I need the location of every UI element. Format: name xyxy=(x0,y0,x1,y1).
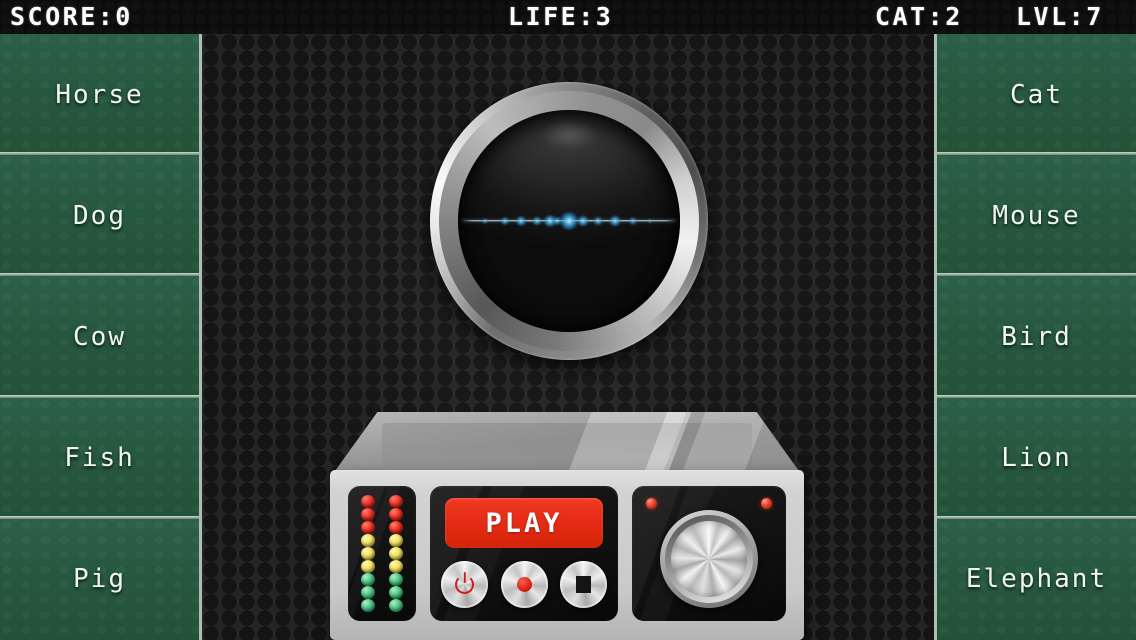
answer-label: Lion xyxy=(1001,443,1072,474)
power-button[interactable] xyxy=(441,560,488,608)
console-top-inset xyxy=(382,422,752,468)
control-console: PLAY xyxy=(330,412,804,640)
led-red xyxy=(389,521,403,534)
led-yellow xyxy=(389,534,403,547)
waveform-peak xyxy=(531,216,542,226)
led-green xyxy=(361,586,375,599)
waveform-peak xyxy=(481,217,489,225)
main-stage: PLAY xyxy=(202,34,934,640)
transport-panel: PLAY xyxy=(430,486,618,621)
score-readout: SCORE:0 xyxy=(10,2,133,31)
record-button[interactable] xyxy=(500,560,548,608)
volume-knob[interactable] xyxy=(660,509,758,608)
console-front-face: PLAY xyxy=(330,470,804,640)
power-icon xyxy=(455,574,474,594)
transport-button-row xyxy=(441,559,607,609)
knob-ring-inner xyxy=(665,514,753,603)
waveform-peak xyxy=(608,215,621,227)
oscilloscope-display[interactable] xyxy=(430,82,708,360)
waveform-peak xyxy=(577,215,590,227)
sidebar-right: Cat Mouse Bird Lion Elephant xyxy=(934,34,1136,640)
level-readout: LVL:7 xyxy=(1016,2,1104,31)
life-readout: LIFE:3 xyxy=(508,2,614,31)
knob-panel xyxy=(632,486,786,621)
led-meter-panel xyxy=(348,486,416,621)
answer-label: Pig xyxy=(73,564,126,595)
led-yellow xyxy=(389,547,403,560)
stop-button[interactable] xyxy=(560,560,607,608)
answer-label: Bird xyxy=(1001,322,1072,352)
waveform-container xyxy=(458,211,680,231)
led-meter xyxy=(348,486,416,621)
led-column-right xyxy=(389,495,403,612)
play-display[interactable]: PLAY xyxy=(445,498,603,548)
waveform-peak xyxy=(628,216,638,226)
waveform-peak xyxy=(500,216,510,226)
waveform-peak xyxy=(515,215,527,227)
led-red xyxy=(361,495,375,508)
waveform-peak xyxy=(559,211,579,231)
led-yellow xyxy=(361,534,375,547)
led-column-left xyxy=(361,495,375,612)
answer-label: Dog xyxy=(73,200,126,231)
led-green xyxy=(389,573,403,586)
record-icon xyxy=(516,576,532,592)
console-top-surface xyxy=(330,412,804,478)
led-green xyxy=(389,586,403,599)
sidebar-left: Horse Dog Cow Fish Pig xyxy=(0,34,202,640)
game-screen: SCORE:0 LIFE:3 CAT:2 LVL:7 Horse Dog Cow… xyxy=(0,0,1136,640)
knob-face xyxy=(671,520,747,597)
led-green xyxy=(361,599,375,612)
led-red xyxy=(361,521,375,534)
glass-specular-highlight xyxy=(540,121,598,150)
category-readout: CAT:2 xyxy=(875,2,963,31)
led-red xyxy=(389,495,403,508)
led-green xyxy=(389,599,403,612)
led-yellow xyxy=(361,547,375,560)
led-yellow xyxy=(361,560,375,573)
play-label: PLAY xyxy=(485,507,563,539)
answer-option-dog[interactable]: Dog xyxy=(0,155,202,277)
answer-label: Fish xyxy=(64,443,135,474)
answer-option-mouse[interactable]: Mouse xyxy=(934,155,1136,277)
answer-label: Mouse xyxy=(992,200,1081,231)
answer-option-bird[interactable]: Bird xyxy=(934,276,1136,398)
answer-option-elephant[interactable]: Elephant xyxy=(934,518,1136,640)
answer-option-horse[interactable]: Horse xyxy=(0,34,202,156)
scope-glass xyxy=(458,110,680,332)
answer-label: Cat xyxy=(1010,79,1063,110)
answer-label: Elephant xyxy=(965,564,1108,595)
indicator-light-right xyxy=(761,498,772,509)
indicator-light-left xyxy=(646,498,657,509)
answer-label: Horse xyxy=(55,79,144,110)
led-green xyxy=(361,573,375,586)
waveform-peak xyxy=(647,218,654,224)
answer-option-cow[interactable]: Cow xyxy=(0,276,202,398)
answer-option-pig[interactable]: Pig xyxy=(0,518,202,640)
status-bar: SCORE:0 LIFE:3 CAT:2 LVL:7 xyxy=(0,0,1136,34)
answer-label: Cow xyxy=(73,322,126,352)
waveform-peak xyxy=(592,216,603,226)
led-yellow xyxy=(389,560,403,573)
led-red xyxy=(389,508,403,521)
stop-icon xyxy=(576,575,591,593)
led-red xyxy=(361,508,375,521)
answer-option-cat[interactable]: Cat xyxy=(934,34,1136,156)
answer-option-fish[interactable]: Fish xyxy=(0,397,202,519)
answer-option-lion[interactable]: Lion xyxy=(934,397,1136,519)
